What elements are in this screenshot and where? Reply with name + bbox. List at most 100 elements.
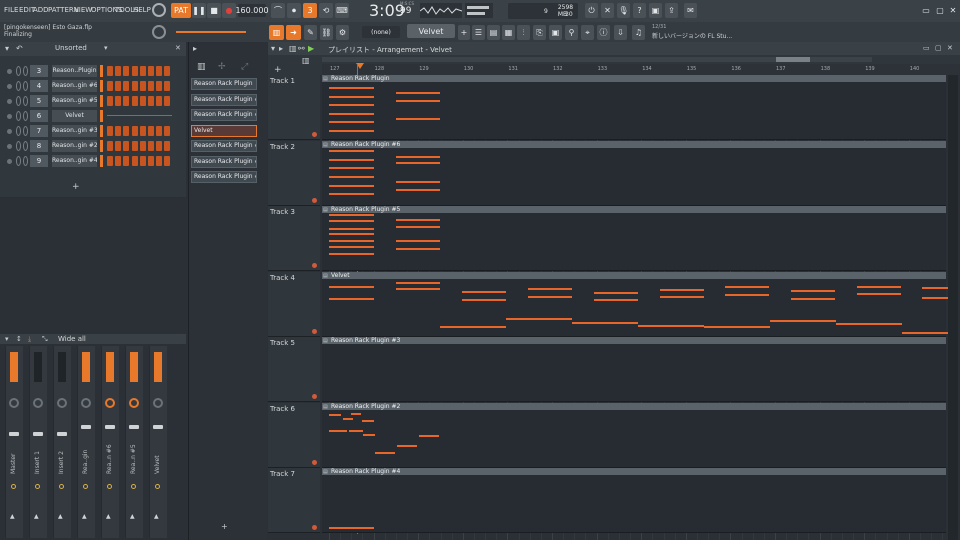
channel-led[interactable] [7,99,12,104]
mixer-pan-knob[interactable] [9,398,19,408]
track-name[interactable]: Track 6 [270,405,295,413]
step-button[interactable] [107,156,113,166]
pattern-song-toggle[interactable]: PAT [171,3,191,18]
step-edit-icon[interactable]: ⌨ [335,3,349,18]
channel-volume-knob[interactable] [23,111,28,121]
mixer-fader[interactable] [9,432,19,436]
step-button[interactable] [123,96,130,106]
download-icon[interactable]: ⇩ [614,25,627,40]
channel-volume-knob[interactable] [23,66,28,76]
mixer-fader[interactable] [57,432,67,436]
news-text[interactable]: 新しいバージョンの FL Stu... [652,31,732,40]
mixer-send-knob[interactable] [107,484,112,489]
mixer-fader[interactable] [105,425,115,429]
step-button[interactable] [148,66,154,76]
plugin-icon[interactable]: ⚙ [336,25,349,40]
online-icon[interactable]: ⏻ [585,3,598,18]
plugin-db-icon[interactable]: ▣ [549,25,562,40]
clip-header[interactable]: Reason Rack Plugin #3 [322,337,946,344]
channel-volume-knob[interactable] [23,141,28,151]
piano-roll-icon[interactable]: ▤ [487,25,500,40]
channel-pan-knob[interactable] [16,96,21,106]
track-mute-led[interactable] [312,394,317,399]
step-button[interactable] [156,156,163,166]
step-button[interactable] [148,141,154,151]
mixer-pan-knob[interactable] [81,398,91,408]
channel-led[interactable] [7,129,12,134]
countdown-icon[interactable]: 3 [303,3,317,18]
clip-menu-icon[interactable]: ▤ [323,338,328,344]
mixer-send-knob[interactable] [83,484,88,489]
playlist-play-icon[interactable]: ▶ [308,44,314,53]
step-button[interactable] [115,156,122,166]
rack-filter[interactable]: Unsorted [55,44,87,52]
channel-number[interactable]: 5 [30,95,48,107]
step-button[interactable] [107,81,113,91]
pitch-knob[interactable] [152,25,166,39]
pattern-item[interactable]: Reason Rack Plugin #6 [191,93,257,106]
step-button[interactable] [156,126,163,136]
snap-icon[interactable]: ▥ [269,25,284,40]
mixer-routing-icon[interactable]: ⤡ [42,335,48,344]
step-button[interactable] [156,81,163,91]
loop-record-icon[interactable]: ⟲ [319,3,333,18]
channel-led[interactable] [7,69,12,74]
fx-icon[interactable]: ✕ [601,3,614,18]
step-button[interactable] [107,96,113,106]
tool-link-icon[interactable]: ⛓ [320,25,333,40]
rack-menu-icon[interactable]: ▾ [5,44,9,53]
step-button[interactable] [123,141,130,151]
track-name[interactable]: Track 4 [270,274,295,282]
add-pattern-icon[interactable]: + [458,25,470,40]
channel-select-indicator[interactable] [100,140,103,152]
step-button[interactable] [139,126,146,136]
rack-filter-arrow-icon[interactable]: ▾ [104,44,108,52]
horizontal-scroll-thumb[interactable] [776,57,810,62]
step-button[interactable] [164,96,171,106]
step-button[interactable] [107,126,113,136]
track-name[interactable]: Track 1 [270,77,295,85]
playlist-magnet-icon[interactable]: ⚯ [298,44,305,53]
picker-patterns-icon[interactable]: ▥ [197,62,206,72]
mixer-pan-knob[interactable] [153,398,163,408]
channel-led[interactable] [7,144,12,149]
export-icon[interactable]: ⇪ [665,3,678,18]
pattern-item[interactable]: Reason Rack Plugin #2 [191,155,257,168]
track-lane[interactable] [322,213,946,271]
menu-file[interactable]: FILE [4,6,18,14]
menu-view[interactable]: VIEW [74,6,92,14]
track-mute-led[interactable] [312,197,317,203]
channel-select-indicator[interactable] [100,95,103,107]
step-button[interactable] [139,66,146,76]
step-button[interactable] [115,81,122,91]
channel-select-indicator[interactable] [100,155,103,167]
rack-close-icon[interactable]: ✕ [175,44,181,52]
channel-number[interactable]: 6 [30,110,48,122]
channel-number[interactable]: 3 [30,65,48,77]
step-button[interactable] [148,126,154,136]
minimize-icon[interactable]: ▭ [920,3,932,18]
stop-icon[interactable]: ■ [207,3,221,18]
mixer-arrow-icon[interactable]: ▲ [34,513,39,520]
pattern-item[interactable]: Reason Rack Plugin #4 [191,171,257,183]
channel-number[interactable]: 9 [30,155,48,167]
main-pitch-slider[interactable] [176,31,246,33]
step-button[interactable] [156,96,163,106]
step-button[interactable] [164,126,171,136]
track-lane[interactable] [322,82,946,140]
picker-menu-icon[interactable]: ▸ [193,44,197,53]
pattern-selector[interactable]: Velvet [407,24,455,38]
step-button[interactable] [131,126,138,136]
mixer-send-knob[interactable] [131,484,136,489]
maximize-icon[interactable]: ▢ [934,3,946,18]
channel-name-button[interactable]: Reason..gin #5 [52,95,97,107]
step-button[interactable] [139,141,146,151]
step-button[interactable] [131,156,138,166]
step-button[interactable] [107,141,113,151]
menu-add[interactable]: ADD [33,6,49,14]
mixer-icon[interactable]: ⫶ [517,25,530,40]
step-button[interactable] [123,81,130,91]
record-icon[interactable]: ● [222,3,236,18]
channel-graph-line[interactable] [107,115,172,116]
mixer-arrow-icon[interactable]: ▲ [82,513,87,520]
